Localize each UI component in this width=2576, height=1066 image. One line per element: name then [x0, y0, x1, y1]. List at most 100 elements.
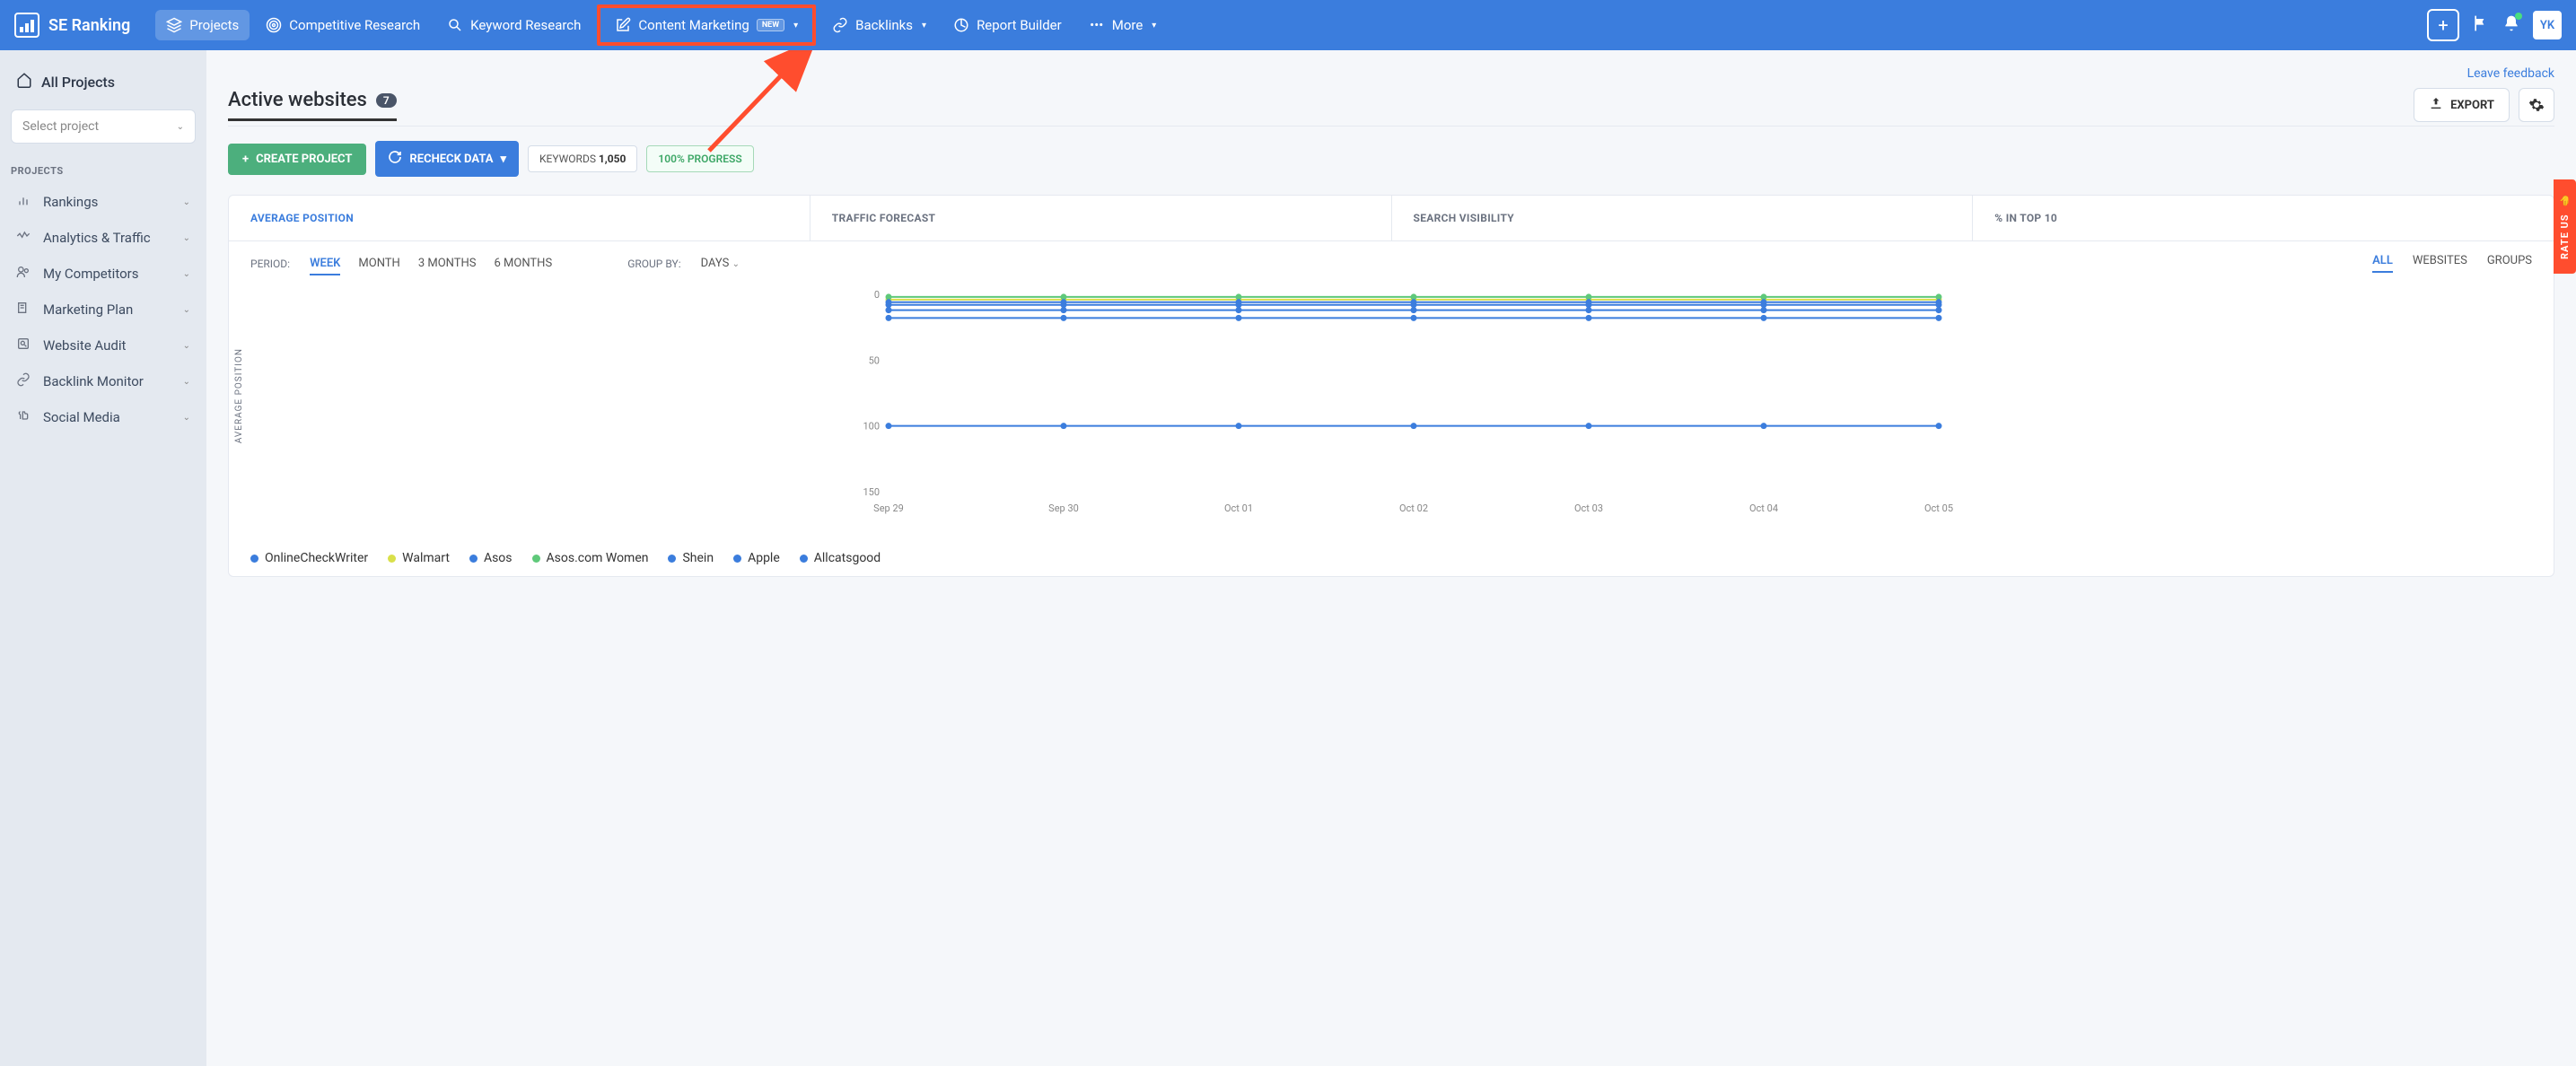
chevron-down-icon: ⌄ [183, 269, 190, 279]
brand-logo[interactable]: SE Ranking [14, 13, 130, 38]
chart-filters: PERIOD: WEEK MONTH 3 MONTHS 6 MONTHS GROUP … [229, 241, 2554, 285]
keywords-label: KEYWORDS [539, 153, 596, 165]
sidebar-item-label: Social Media [43, 409, 120, 425]
scope-all[interactable]: ALL [2372, 254, 2393, 273]
project-select[interactable]: Select project ⌄ [11, 109, 196, 144]
flag-icon[interactable] [2472, 14, 2490, 36]
nav-more[interactable]: ••• More ▾ [1078, 10, 1168, 40]
export-button[interactable]: EXPORT [2414, 88, 2510, 122]
period-label: PERIOD: [250, 258, 290, 270]
period-week[interactable]: WEEK [310, 257, 340, 275]
scope-groups[interactable]: GROUPS [2487, 254, 2532, 273]
legend-allcatsgood[interactable]: Allcatsgood [800, 551, 881, 565]
legend-dot [250, 555, 258, 563]
legend-shein[interactable]: Shein [668, 551, 714, 565]
all-projects-label: All Projects [41, 74, 115, 91]
home-icon [16, 72, 32, 92]
websites-count-badge: 7 [376, 93, 397, 108]
legend-asos[interactable]: Asos [469, 551, 513, 565]
add-button[interactable]: + [2427, 9, 2459, 41]
new-badge: NEW [757, 19, 784, 31]
create-project-label: CREATE PROJECT [256, 153, 352, 166]
sidebar-item-backlink-monitor[interactable]: Backlink Monitor ⌄ [0, 363, 206, 399]
period-6months[interactable]: 6 MONTHS [495, 257, 553, 270]
sidebar-item-analytics-traffic[interactable]: Analytics & Traffic⌄ [0, 220, 206, 256]
logo-icon [14, 13, 39, 38]
nav-report-label: Report Builder [977, 17, 1062, 33]
sidebar-item-label: Backlink Monitor [43, 373, 144, 389]
gear-icon [2528, 97, 2545, 113]
bell-icon[interactable] [2502, 14, 2520, 36]
period-month[interactable]: MONTH [358, 257, 399, 270]
legend-dot [469, 555, 478, 563]
sidebar-icon [16, 301, 32, 319]
tab-average-position[interactable]: AVERAGE POSITION [229, 196, 810, 240]
nav-backlinks-label: Backlinks [855, 17, 913, 33]
legend-label: Shein [682, 551, 714, 565]
progress-chip: 100% PROGRESS [646, 145, 753, 172]
settings-button[interactable] [2519, 88, 2554, 122]
metrics-card: AVERAGE POSITION TRAFFIC FORECAST SEARCH… [228, 195, 2554, 577]
chevron-down-icon: ⌄ [177, 122, 184, 132]
recheck-label: RECHECK DATA [409, 153, 493, 166]
legend-asos-com-women[interactable]: Asos.com Women [532, 551, 649, 565]
rate-us-ribbon[interactable]: RATE US ✋ [2554, 179, 2576, 274]
sidebar-icon [16, 265, 32, 283]
legend-onlinecheckwriter[interactable]: OnlineCheckWriter [250, 551, 368, 565]
report-icon [953, 17, 969, 33]
sidebar-item-social-media[interactable]: Social Media⌄ [0, 399, 206, 435]
nav-projects[interactable]: Projects [155, 10, 250, 40]
feedback-link[interactable]: Leave feedback [2467, 66, 2554, 81]
tab-traffic-forecast[interactable]: TRAFFIC FORECAST [810, 196, 1392, 240]
sidebar-item-marketing-plan[interactable]: Marketing Plan⌄ [0, 292, 206, 328]
group-by-value[interactable]: DAYS ⌄ [701, 257, 740, 270]
chevron-down-icon: ⌄ [183, 341, 190, 351]
chart-legend: OnlineCheckWriter Walmart Asos Asos.com Wom… [229, 540, 2554, 576]
nav-content-marketing[interactable]: Content Marketing NEW ▾ [604, 10, 809, 40]
legend-apple[interactable]: Apple [733, 551, 780, 565]
chevron-down-icon: ⌄ [183, 305, 190, 315]
nav-keyword[interactable]: Keyword Research [436, 10, 591, 40]
scope-websites[interactable]: WEBSITES [2413, 254, 2467, 273]
create-project-button[interactable]: + CREATE PROJECT [228, 144, 366, 175]
link-icon [832, 17, 848, 33]
nav-report[interactable]: Report Builder [942, 10, 1073, 40]
legend-label: Asos [484, 551, 513, 565]
chevron-down-icon: ⌄ [183, 377, 190, 387]
sidebar-item-label: Website Audit [43, 337, 126, 354]
legend-label: Apple [748, 551, 780, 565]
period-3months[interactable]: 3 MONTHS [418, 257, 477, 270]
user-avatar[interactable]: YK [2533, 11, 2562, 39]
nav-backlinks[interactable]: Backlinks ▾ [821, 10, 937, 40]
highlight-annotation: Content Marketing NEW ▾ [597, 4, 816, 46]
y-axis-label: AVERAGE POSITION [234, 348, 244, 443]
svg-text:Oct 02: Oct 02 [1399, 502, 1428, 514]
tab-search-visibility[interactable]: SEARCH VISIBILITY [1392, 196, 1974, 240]
sidebar-item-label: Rankings [43, 194, 98, 210]
all-projects-link[interactable]: All Projects [0, 61, 206, 102]
chevron-down-icon: ⌄ [183, 197, 190, 207]
tab-pct-top10[interactable]: % IN TOP 10 [1973, 196, 2554, 240]
svg-text:Sep 30: Sep 30 [1048, 502, 1079, 514]
sidebar-item-rankings[interactable]: Rankings ⌄ [0, 184, 206, 220]
svg-text:100: 100 [863, 421, 880, 433]
rate-us-label: RATE US [2559, 214, 2571, 259]
recheck-data-button[interactable]: RECHECK DATA ▾ [375, 141, 519, 177]
notification-dot [2515, 13, 2522, 20]
layers-icon [166, 17, 182, 33]
legend-walmart[interactable]: Walmart [388, 551, 450, 565]
nav-right: + YK [2427, 9, 2562, 41]
keywords-chip: KEYWORDS 1,050 [528, 145, 637, 172]
sidebar-item-website-audit[interactable]: Website Audit ⌄ [0, 328, 206, 363]
sidebar-icon [16, 193, 32, 211]
nav-projects-label: Projects [189, 17, 239, 33]
refresh-icon [388, 150, 402, 168]
svg-text:Oct 01: Oct 01 [1224, 502, 1253, 514]
sidebar-item-my-competitors[interactable]: My Competitors⌄ [0, 256, 206, 292]
nav-competitive[interactable]: Competitive Research [255, 10, 431, 40]
group-by-label: GROUP BY: [627, 258, 680, 270]
export-label: EXPORT [2450, 99, 2494, 112]
edit-icon [615, 17, 631, 33]
legend-dot [800, 555, 808, 563]
keywords-count: 1,050 [599, 153, 626, 165]
